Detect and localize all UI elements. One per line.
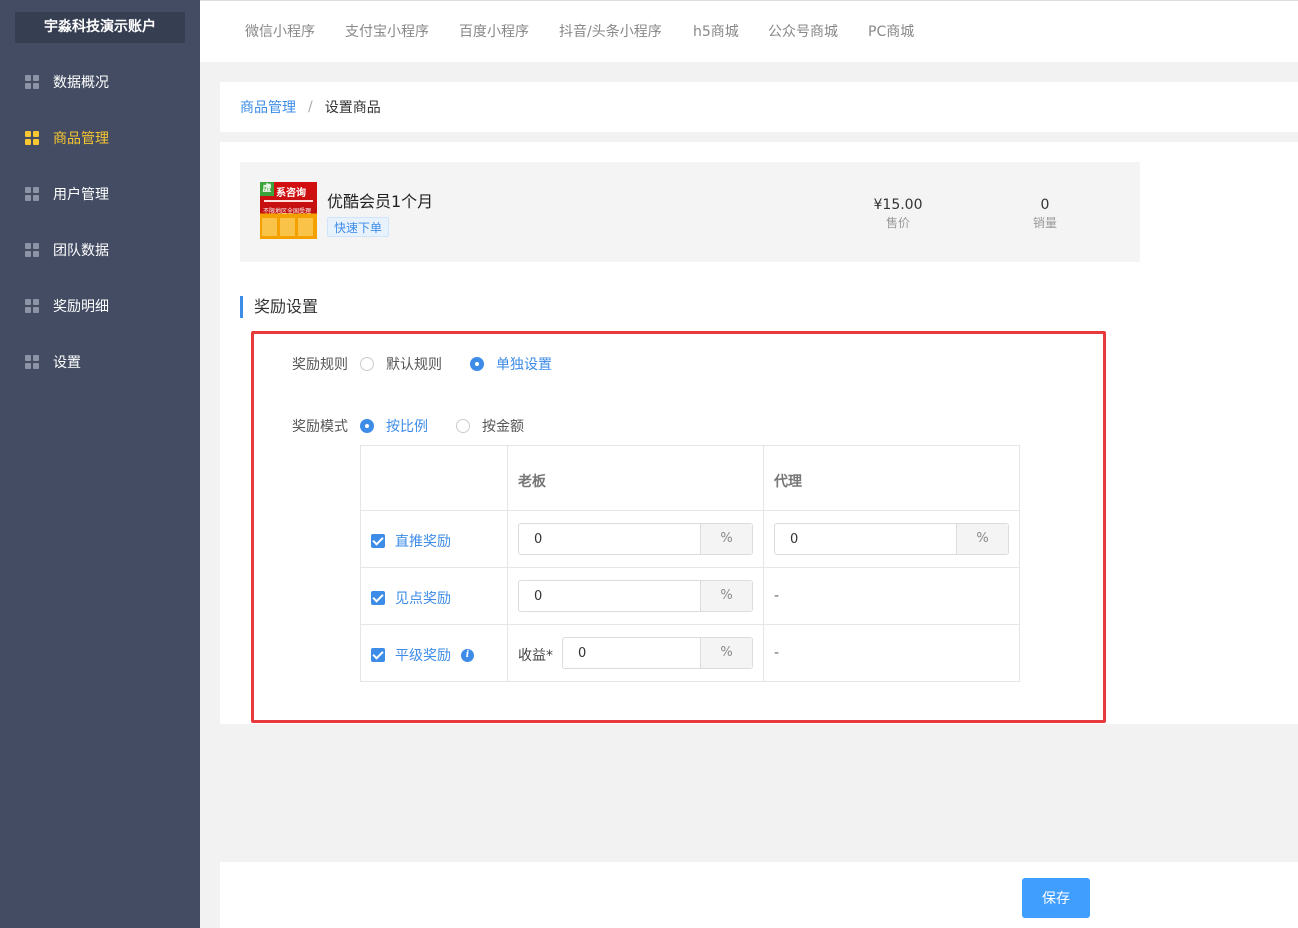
grid-icon bbox=[25, 355, 39, 369]
tab-alipay-miniprogram[interactable]: 支付宝小程序 bbox=[345, 1, 429, 63]
radio-circle-icon bbox=[360, 357, 374, 371]
checkbox-checked-icon bbox=[371, 648, 385, 662]
info-icon[interactable]: i bbox=[461, 648, 474, 662]
radio-by-ratio[interactable]: 按比例 bbox=[360, 416, 428, 436]
sidebar-item-product-management[interactable]: 商品管理 bbox=[0, 118, 200, 158]
radio-by-amount[interactable]: 按金额 bbox=[456, 416, 524, 436]
tab-pc-mall[interactable]: PC商城 bbox=[868, 1, 914, 63]
reward-mode-label: 奖励模式 bbox=[292, 419, 348, 435]
breadcrumb-parent-link[interactable]: 商品管理 bbox=[240, 97, 296, 117]
checkbox-checked-icon bbox=[371, 534, 385, 548]
product-summary: 虚 系咨询 不限地区全国受理 优酷会员1个月 快速下单 ¥15.00 售价 0 … bbox=[240, 162, 1140, 262]
peer-reward-boss-input[interactable] bbox=[563, 638, 700, 668]
grid-icon bbox=[25, 131, 39, 145]
see-point-reward-boss-field: % bbox=[518, 580, 753, 612]
account-name[interactable]: 宇淼科技演示账户 bbox=[15, 12, 185, 43]
peer-reward-boss-field: % bbox=[562, 637, 753, 669]
radio-default-rule[interactable]: 默认规则 bbox=[360, 354, 442, 374]
sidebar-item-label: 用户管理 bbox=[53, 187, 109, 203]
checkbox-checked-icon bbox=[371, 591, 385, 605]
sidebar: 宇淼科技演示账户 数据概况 商品管理 用户管理 团队数据 奖励明细 设置 bbox=[0, 0, 200, 928]
see-point-reward-checkbox[interactable]: 见点奖励 bbox=[371, 588, 451, 608]
tab-official-account-mall[interactable]: 公众号商城 bbox=[768, 1, 838, 63]
direct-reward-agent-field: % bbox=[774, 523, 1009, 555]
sidebar-item-label: 团队数据 bbox=[53, 243, 109, 259]
direct-reward-checkbox[interactable]: 直推奖励 bbox=[371, 531, 451, 551]
tab-baidu-miniprogram[interactable]: 百度小程序 bbox=[459, 1, 529, 63]
sales-stat: 0 销量 bbox=[1005, 197, 1085, 231]
product-tag: 快速下单 bbox=[327, 217, 390, 237]
sidebar-item-user-management[interactable]: 用户管理 bbox=[0, 174, 200, 214]
yield-label: 收益* bbox=[518, 648, 553, 664]
radio-individual-setting[interactable]: 单独设置 bbox=[470, 354, 552, 374]
price-label: 售价 bbox=[885, 216, 910, 230]
sidebar-item-label: 奖励明细 bbox=[53, 299, 109, 315]
tab-h5-mall[interactable]: h5商城 bbox=[693, 1, 739, 63]
save-button[interactable]: 保存 bbox=[1022, 878, 1090, 918]
grid-icon bbox=[25, 75, 39, 89]
tab-wechat-miniprogram[interactable]: 微信小程序 bbox=[245, 1, 315, 63]
sidebar-item-label: 数据概况 bbox=[53, 75, 109, 91]
grid-icon bbox=[25, 299, 39, 313]
grid-icon bbox=[25, 187, 39, 201]
breadcrumb-separator: / bbox=[308, 99, 313, 115]
sidebar-item-label: 商品管理 bbox=[53, 131, 109, 147]
reward-rule-label: 奖励规则 bbox=[292, 357, 348, 373]
radio-circle-icon bbox=[456, 419, 470, 433]
tab-douyin-miniprogram[interactable]: 抖音/头条小程序 bbox=[559, 1, 662, 63]
sales-value: 0 bbox=[1040, 197, 1050, 213]
sidebar-item-reward-details[interactable]: 奖励明细 bbox=[0, 286, 200, 326]
column-header-agent: 代理 bbox=[774, 474, 802, 490]
breadcrumb-current: 设置商品 bbox=[324, 100, 381, 116]
section-title: 奖励设置 bbox=[240, 296, 318, 318]
direct-reward-agent-input[interactable] bbox=[775, 524, 956, 554]
sidebar-item-settings[interactable]: 设置 bbox=[0, 342, 200, 382]
radio-checked-icon bbox=[470, 357, 484, 371]
grid-icon bbox=[25, 243, 39, 257]
percent-suffix: % bbox=[700, 581, 752, 611]
sidebar-item-label: 设置 bbox=[53, 355, 81, 371]
sidebar-item-data-overview[interactable]: 数据概况 bbox=[0, 62, 200, 102]
column-header-boss: 老板 bbox=[518, 474, 546, 490]
main-card: 虚 系咨询 不限地区全国受理 优酷会员1个月 快速下单 ¥15.00 售价 0 … bbox=[220, 142, 1298, 724]
radio-checked-icon bbox=[360, 419, 374, 433]
product-name: 优酷会员1个月 bbox=[327, 192, 434, 211]
percent-suffix: % bbox=[700, 524, 752, 554]
reward-table: 老板 代理 直推奖励 % % 见点奖励 % - 平级奖励 i bbox=[360, 445, 1020, 682]
percent-suffix: % bbox=[700, 638, 752, 668]
peer-reward-agent-value: - bbox=[774, 645, 780, 661]
sales-label: 销量 bbox=[1032, 216, 1057, 230]
breadcrumb: 商品管理 / 设置商品 bbox=[220, 82, 1298, 132]
bottom-action-bar: 保存 bbox=[220, 862, 1298, 928]
product-thumbnail: 虚 系咨询 不限地区全国受理 bbox=[260, 182, 317, 239]
peer-reward-checkbox[interactable]: 平级奖励 i bbox=[371, 645, 474, 665]
direct-reward-boss-field: % bbox=[518, 523, 753, 555]
price-value: ¥15.00 bbox=[873, 197, 923, 213]
see-point-reward-boss-input[interactable] bbox=[519, 581, 700, 611]
sidebar-item-team-data[interactable]: 团队数据 bbox=[0, 230, 200, 270]
percent-suffix: % bbox=[956, 524, 1008, 554]
price-stat: ¥15.00 售价 bbox=[858, 197, 938, 231]
see-point-reward-agent-value: - bbox=[774, 588, 780, 604]
top-tab-bar: 微信小程序 支付宝小程序 百度小程序 抖音/头条小程序 h5商城 公众号商城 P… bbox=[200, 0, 1298, 62]
direct-reward-boss-input[interactable] bbox=[519, 524, 700, 554]
